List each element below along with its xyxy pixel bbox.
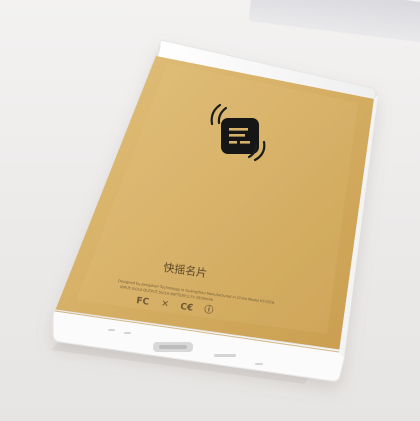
fc-mark: FC <box>136 296 150 308</box>
cross-mark: ✕ <box>161 299 170 310</box>
photo-scene: 快摇名片 Designed by Jiangshan Technology in… <box>0 0 420 421</box>
ce-mark: C€ <box>180 302 194 314</box>
usb-port <box>153 342 193 352</box>
nfc-card-icon <box>221 118 259 154</box>
power-bank: 快摇名片 Designed by Jiangshan Technology in… <box>51 39 378 382</box>
device-illustration: 快摇名片 Designed by Jiangshan Technology in… <box>51 39 378 384</box>
